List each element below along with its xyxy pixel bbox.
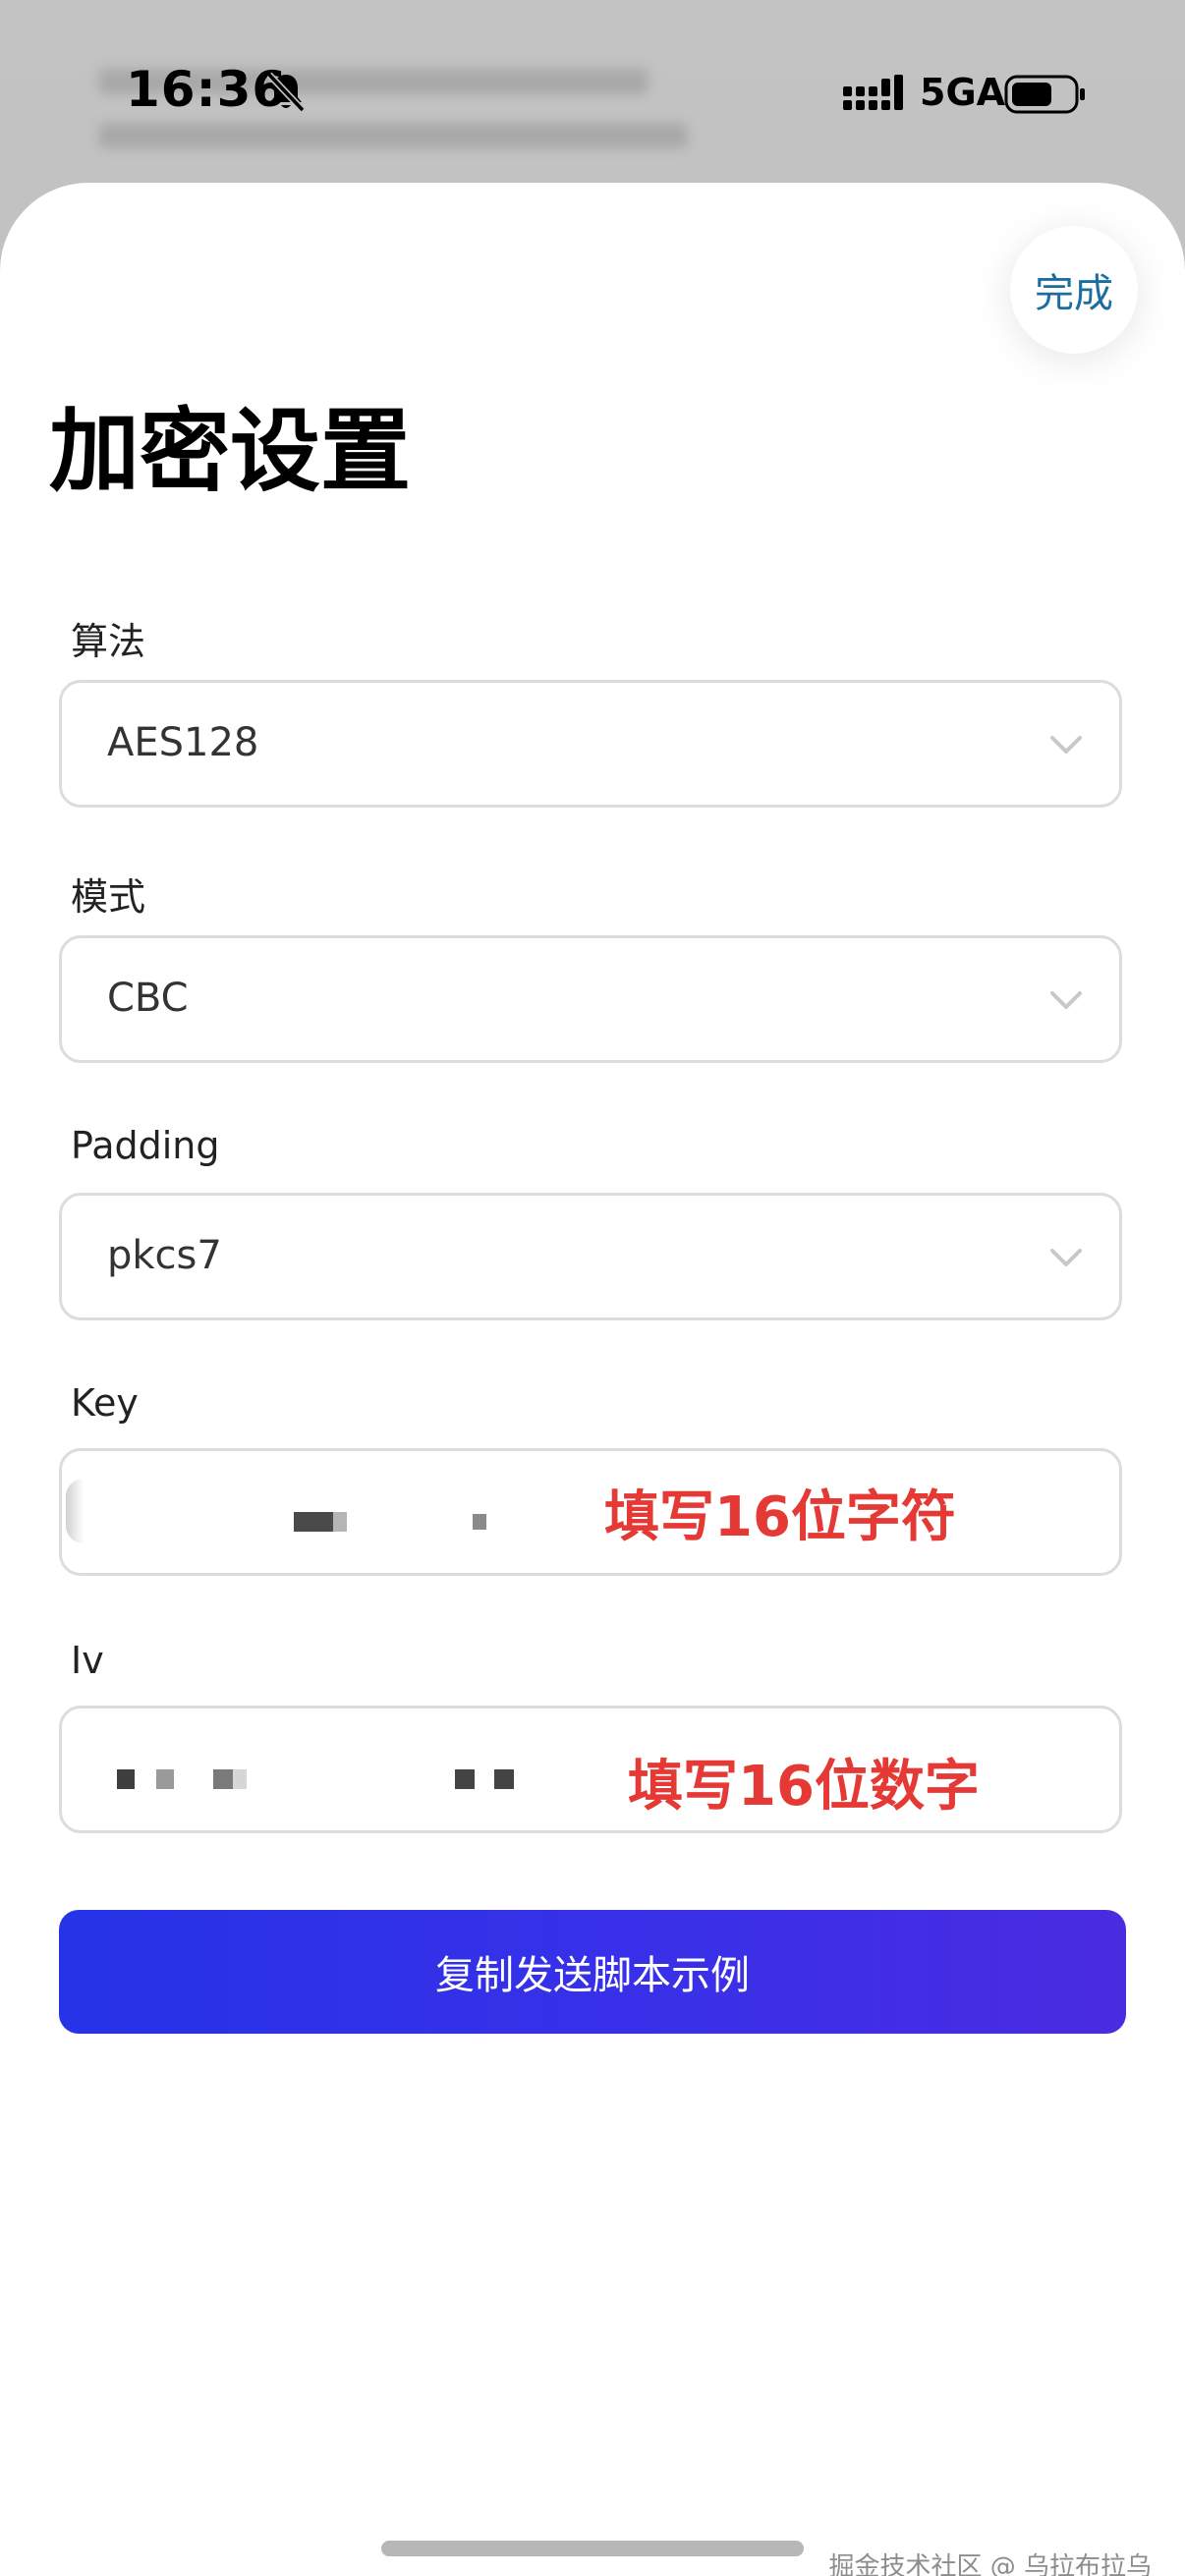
network-label: 5GA (920, 71, 1006, 114)
key-annotation: 填写16位字符 (604, 1485, 956, 1549)
mode-label: 模式 (71, 875, 146, 919)
padding-label: Padding (71, 1124, 220, 1167)
algorithm-select[interactable]: AES128 (59, 680, 1122, 808)
iv-annotation: 填写16位数字 (628, 1755, 980, 1819)
masked-text (117, 1769, 135, 1789)
masked-text (66, 1479, 84, 1543)
padding-value: pkcs7 (107, 1233, 222, 1278)
chevron-down-icon (1050, 736, 1082, 754)
page-title: 加密设置 (49, 399, 412, 504)
key-input[interactable]: 填写16位字符 (59, 1448, 1122, 1576)
status-bar: 16:36 5GA (0, 0, 1185, 187)
padding-select[interactable]: pkcs7 (59, 1193, 1122, 1320)
screen: 16:36 5GA 完成 加密设置 算法 AES128 模式 CBC Paddi… (0, 0, 1185, 2576)
mode-select[interactable]: CBC (59, 935, 1122, 1063)
encryption-settings-sheet: 完成 加密设置 算法 AES128 模式 CBC Padding pkcs7 K… (0, 183, 1185, 2576)
bell-slash-icon (266, 72, 306, 113)
done-button[interactable]: 完成 (1010, 226, 1138, 354)
masked-text (473, 1514, 486, 1530)
mode-value: CBC (107, 976, 189, 1021)
masked-text (213, 1769, 233, 1789)
masked-text (233, 1769, 247, 1789)
chevron-down-icon (1050, 1249, 1082, 1266)
watermark: 掘金技术社区 @ 乌拉布拉乌 (828, 2552, 1152, 2576)
masked-text (455, 1769, 475, 1789)
algorithm-label: 算法 (71, 620, 146, 663)
iv-label: Iv (71, 1639, 104, 1682)
iv-input[interactable]: 填写16位数字 (59, 1706, 1122, 1833)
masked-text (294, 1512, 333, 1532)
battery-icon (1004, 75, 1085, 114)
masked-text (156, 1769, 174, 1789)
masked-text (333, 1512, 347, 1532)
signal-icon (843, 75, 903, 110)
chevron-down-icon (1050, 991, 1082, 1009)
home-indicator[interactable] (381, 2541, 804, 2556)
masked-text (494, 1769, 514, 1789)
copy-script-button[interactable]: 复制发送脚本示例 (59, 1910, 1126, 2034)
key-label: Key (71, 1381, 139, 1425)
algorithm-value: AES128 (107, 720, 259, 765)
